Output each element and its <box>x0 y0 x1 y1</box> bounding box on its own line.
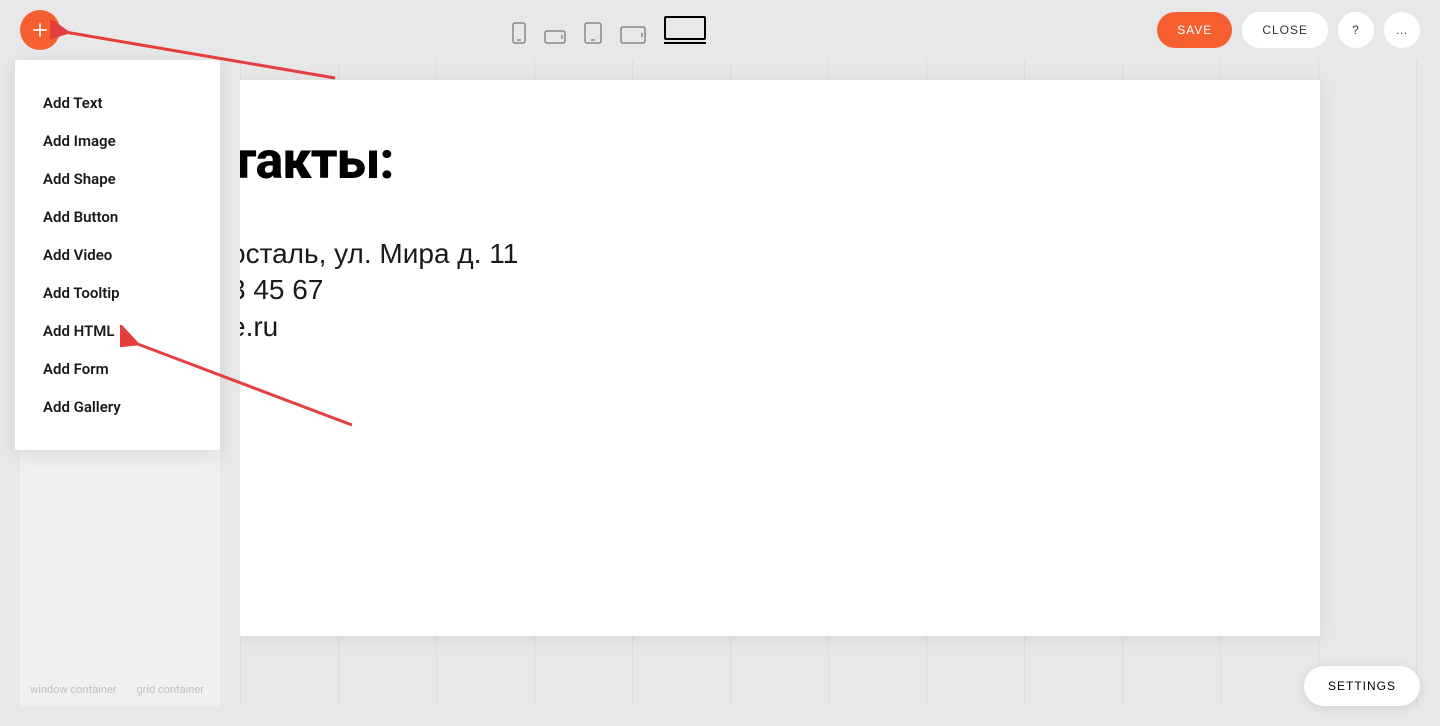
help-button[interactable]: ? <box>1338 12 1374 48</box>
add-text-item[interactable]: Add Text <box>15 84 220 122</box>
add-form-item[interactable]: Add Form <box>15 350 220 388</box>
content-text[interactable]: осталь, ул. Мира д. 11 3 45 67 e.ru <box>240 236 1320 345</box>
canvas-content[interactable]: такты: осталь, ул. Мира д. 11 3 45 67 e.… <box>240 80 1320 636</box>
toolbar-right: SAVE CLOSE ? … <box>1157 12 1420 48</box>
sidebar-footer: window container grid container <box>30 683 210 696</box>
device-tablet-landscape-icon[interactable] <box>620 26 646 44</box>
device-selector <box>512 16 706 44</box>
content-line2: 3 45 67 <box>240 272 1320 308</box>
device-tablet-portrait-icon[interactable] <box>584 22 602 44</box>
add-button-item[interactable]: Add Button <box>15 198 220 236</box>
canvas[interactable]: такты: осталь, ул. Мира д. 11 3 45 67 e.… <box>240 60 1420 706</box>
device-mobile-portrait-icon[interactable] <box>512 22 526 44</box>
plus-icon <box>30 20 50 40</box>
settings-button[interactable]: SETTINGS <box>1304 666 1420 706</box>
more-button[interactable]: … <box>1384 12 1420 48</box>
canvas-area: window container grid container такты: о… <box>20 60 1420 706</box>
sidebar-label-window: window container <box>30 683 117 696</box>
add-tooltip-item[interactable]: Add Tooltip <box>15 274 220 312</box>
add-menu: Add Text Add Image Add Shape Add Button … <box>15 60 220 450</box>
add-image-item[interactable]: Add Image <box>15 122 220 160</box>
save-button[interactable]: SAVE <box>1157 12 1232 48</box>
content-heading[interactable]: такты: <box>240 130 1320 191</box>
sidebar-label-grid: grid container <box>137 683 205 696</box>
add-gallery-item[interactable]: Add Gallery <box>15 388 220 426</box>
device-desktop-icon[interactable] <box>664 16 706 44</box>
add-video-item[interactable]: Add Video <box>15 236 220 274</box>
content-line1: осталь, ул. Мира д. 11 <box>240 236 1320 272</box>
content-line3: e.ru <box>240 309 1320 345</box>
add-button[interactable] <box>20 10 60 50</box>
device-mobile-landscape-icon[interactable] <box>544 30 566 44</box>
close-button[interactable]: CLOSE <box>1242 12 1328 48</box>
toolbar-left <box>20 10 60 50</box>
add-shape-item[interactable]: Add Shape <box>15 160 220 198</box>
top-toolbar: SAVE CLOSE ? … <box>0 0 1440 60</box>
add-html-item[interactable]: Add HTML <box>15 312 220 350</box>
